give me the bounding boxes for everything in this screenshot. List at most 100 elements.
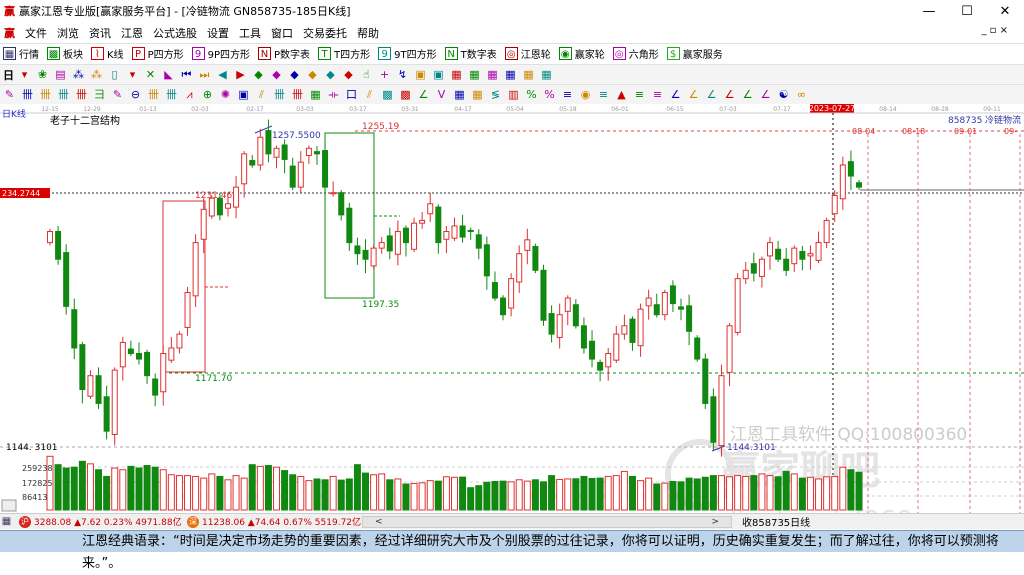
scrollbar[interactable]: < >	[362, 515, 732, 528]
tool-icon[interactable]: ▦	[522, 68, 535, 81]
toolbar-button[interactable]: T T四方形	[318, 46, 370, 61]
tool-icon[interactable]: ◆	[342, 68, 355, 81]
tool-icon[interactable]: ◆	[270, 68, 283, 81]
sh-index-quote[interactable]: 3288.08 ▲7.62 0.23% 4971.88亿	[34, 515, 184, 528]
draw-tool-icon[interactable]: 卌	[39, 88, 52, 101]
draw-tool-icon[interactable]: ▦	[309, 88, 322, 101]
draw-tool-icon[interactable]: ✎	[3, 88, 16, 101]
draw-tool-icon[interactable]: 彐	[93, 88, 106, 101]
sz-index-quote[interactable]: 11238.06 ▲74.64 0.67% 5519.72亿	[202, 515, 362, 528]
menu-item[interactable]: 资讯	[89, 25, 111, 41]
tool-icon[interactable]: ◆	[306, 68, 319, 81]
tool-icon[interactable]: ▦	[540, 68, 553, 81]
tool-icon[interactable]: ⏮	[180, 68, 193, 81]
tool-icon[interactable]: ▾	[126, 68, 139, 81]
tool-icon[interactable]: ▦	[486, 68, 499, 81]
draw-tool-icon[interactable]: ✎	[111, 88, 124, 101]
draw-tool-icon[interactable]: %	[543, 88, 556, 101]
tool-icon[interactable]: ◆	[252, 68, 265, 81]
tool-icon[interactable]: ✕	[144, 68, 157, 81]
menu-item[interactable]: 浏览	[57, 25, 79, 41]
draw-tool-icon[interactable]: ∠	[669, 88, 682, 101]
draw-tool-icon[interactable]: ▣	[237, 88, 250, 101]
draw-tool-icon[interactable]: ⟛	[327, 88, 340, 101]
toolbar-button[interactable]: ▩ 板块	[47, 46, 83, 61]
tool-icon[interactable]: ▣	[432, 68, 445, 81]
draw-tool-icon[interactable]: ▩	[381, 88, 394, 101]
toolbar-button[interactable]: ⌇ K线	[91, 46, 124, 61]
scroll-left[interactable]: <	[375, 517, 383, 527]
tool-icon[interactable]: ⁂	[72, 68, 85, 81]
draw-tool-icon[interactable]: ☯	[777, 88, 790, 101]
draw-tool-icon[interactable]: ⊕	[201, 88, 214, 101]
draw-tool-icon[interactable]: ≡	[597, 88, 610, 101]
draw-tool-icon[interactable]: ▥	[507, 88, 520, 101]
kline-chart[interactable]: 12-15 12-29 01-13 02-03 02-17 03-03 03-17 03-31…	[0, 104, 1024, 536]
menu-item[interactable]: 江恩	[121, 25, 143, 41]
toolbar-button[interactable]: ▦ 行情	[3, 46, 39, 61]
draw-tool-icon[interactable]: ▦	[453, 88, 466, 101]
draw-tool-icon[interactable]: ▦	[471, 88, 484, 101]
draw-tool-icon[interactable]: ∠	[687, 88, 700, 101]
menu-item[interactable]: 公式选股	[153, 25, 197, 41]
draw-tool-icon[interactable]: ∠	[759, 88, 772, 101]
menu-item[interactable]: 窗口	[271, 25, 293, 41]
draw-tool-icon[interactable]: 卌	[57, 88, 70, 101]
menu-item[interactable]: 设置	[207, 25, 229, 41]
draw-tool-icon[interactable]: ∠	[417, 88, 430, 101]
draw-tool-icon[interactable]: ∠	[723, 88, 736, 101]
draw-tool-icon[interactable]: 口	[345, 88, 358, 101]
draw-tool-icon[interactable]: ⫽	[255, 88, 268, 101]
maximize-button[interactable]: ☐	[948, 0, 986, 22]
toolbar-button[interactable]: N T数字表	[444, 46, 497, 61]
draw-tool-icon[interactable]: ▩	[399, 88, 412, 101]
draw-tool-icon[interactable]: ∠	[705, 88, 718, 101]
toolbar-button[interactable]: 9 9P四方形	[191, 46, 250, 61]
draw-tool-icon[interactable]: ∞	[795, 88, 808, 101]
toolbar-button[interactable]: 9 9T四方形	[378, 46, 437, 61]
draw-tool-icon[interactable]: ≡	[651, 88, 664, 101]
mdi-window-controls[interactable]: _ ▫ ×	[981, 25, 1008, 36]
draw-tool-icon[interactable]: 卌	[291, 88, 304, 101]
draw-tool-icon[interactable]: ⩘	[183, 88, 196, 101]
draw-tool-icon[interactable]: ⫽	[363, 88, 376, 101]
minimize-button[interactable]: —	[910, 0, 948, 22]
toolbar-button[interactable]: P P四方形	[131, 46, 184, 61]
draw-tool-icon[interactable]: ▲	[615, 88, 628, 101]
draw-tool-icon[interactable]: V	[435, 88, 448, 101]
calculator-icon[interactable]: ▦	[0, 515, 13, 528]
draw-tool-icon[interactable]: ≶	[489, 88, 502, 101]
menu-item[interactable]: 文件	[25, 25, 47, 41]
menu-item[interactable]: 帮助	[357, 25, 379, 41]
tool-icon[interactable]: ▦	[504, 68, 517, 81]
tool-icon[interactable]: ⁂	[90, 68, 103, 81]
period-select[interactable]: 日	[3, 67, 14, 83]
tool-icon[interactable]: ▣	[414, 68, 427, 81]
scroll-right[interactable]: >	[711, 517, 719, 527]
draw-tool-icon[interactable]: 卌	[147, 88, 160, 101]
tool-icon[interactable]: ◀	[216, 68, 229, 81]
tool-icon[interactable]: +	[378, 68, 391, 81]
draw-tool-icon[interactable]: ≡	[633, 88, 646, 101]
draw-tool-icon[interactable]: ∠	[741, 88, 754, 101]
tool-icon[interactable]: ◆	[288, 68, 301, 81]
tool-icon[interactable]: ▯	[108, 68, 121, 81]
draw-tool-icon[interactable]: 卌	[165, 88, 178, 101]
draw-tool-icon[interactable]: ≡	[561, 88, 574, 101]
toolbar-button[interactable]: $ 赢家服务	[666, 46, 723, 61]
menu-item[interactable]: 交易委托	[303, 25, 347, 41]
tool-icon[interactable]: ☝	[360, 68, 373, 81]
toolbar-button[interactable]: N P数字表	[258, 46, 310, 61]
tool-icon[interactable]: ◆	[324, 68, 337, 81]
tool-icon[interactable]: ▾	[18, 68, 31, 81]
draw-tool-icon[interactable]: ⊖	[129, 88, 142, 101]
draw-tool-icon[interactable]: %	[525, 88, 538, 101]
draw-tool-icon[interactable]: ◉	[579, 88, 592, 101]
close-button[interactable]: ✕	[986, 0, 1024, 22]
toolbar-button[interactable]: ◎ 六角形	[612, 46, 659, 61]
draw-tool-icon[interactable]: 卌	[21, 88, 34, 101]
tool-icon[interactable]: ▶	[234, 68, 247, 81]
toolbar-button[interactable]: ◎ 江恩轮	[504, 46, 551, 61]
tool-icon[interactable]: ⏭	[198, 68, 211, 81]
draw-tool-icon[interactable]: ✺	[219, 88, 232, 101]
